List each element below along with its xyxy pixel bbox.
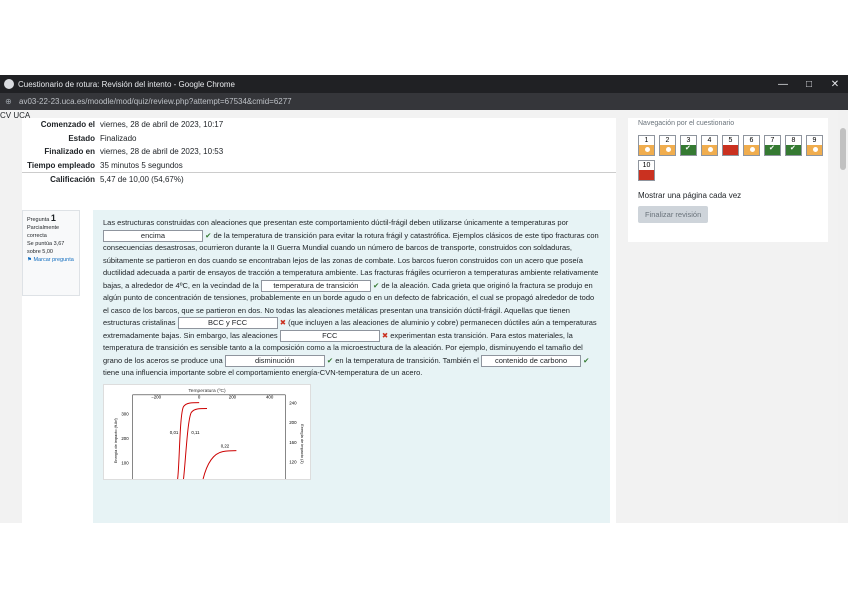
graph-right-tick: 200 (289, 420, 297, 425)
blank-answer-3[interactable]: BCC y FCC (177, 317, 278, 330)
question-score: Se puntúa 3,67 sobre 5,00 (27, 241, 65, 255)
graph-top-tick: 200 (229, 394, 237, 399)
question-label: Pregunta (27, 217, 50, 223)
partial-state-icon (660, 145, 675, 155)
nav-question-8[interactable]: 8 (785, 135, 802, 156)
nav-question-1[interactable]: 1 (638, 135, 655, 156)
partial-state-icon (807, 145, 822, 155)
graph-top-tick: 400 (266, 394, 274, 399)
summary-row-state: Estado Finalizado (68, 133, 137, 143)
graph-top-tick: −200 (151, 394, 161, 399)
address-bar[interactable]: ⊕ av03-22-23.uca.es/moodle/mod/quiz/revi… (0, 93, 848, 110)
graph-y-tick: 300 (121, 411, 129, 416)
correct-check-icon: ✔ (205, 230, 212, 240)
page-scrollbar[interactable] (838, 110, 848, 523)
summary-row-time: Tiempo empleado 35 minutos 5 segundos (27, 160, 183, 170)
partial-state-icon (702, 145, 717, 155)
maximize-button[interactable]: □ (796, 79, 822, 90)
question-text-part-7: tiene una influencia importante sobre el… (103, 368, 423, 377)
correct-check-icon: ✔ (326, 355, 334, 365)
incorrect-state-icon (723, 145, 738, 155)
nav-question-9[interactable]: 9 (806, 135, 823, 156)
correct-state-icon (681, 144, 696, 155)
summary-row-grade: Calificación 5,47 de 10,00 (54,67%) (22, 172, 616, 187)
incorrect-state-icon (639, 170, 654, 180)
summary-row-started: Comenzado el viernes, 28 de abril de 2023… (40, 120, 224, 129)
scrollbar-thumb[interactable] (840, 128, 846, 170)
blank-answer-5[interactable]: disminución (224, 354, 325, 367)
quiz-navigation-header: Navegación por el cuestionario (638, 120, 735, 127)
graph-right-tick: 120 (289, 459, 297, 464)
window-titlebar: Cuestionario de rotura: Revisión del int… (0, 75, 848, 93)
close-button[interactable]: ✕ (822, 79, 848, 90)
graph-curve-0-22 (202, 449, 237, 479)
impact-energy-graph: Temperatura (ºC) −200 0 200 400 300 200 … (103, 383, 311, 480)
correct-state-icon (786, 144, 801, 155)
graph-top-axis-label: Temperatura (ºC) (188, 387, 226, 393)
incorrect-cross-icon: ✖ (279, 318, 287, 327)
graph-series-label: 0,01 (170, 429, 179, 434)
graph-top-tick: 0 (198, 394, 201, 399)
flag-question-link[interactable]: ⚑ Marcar pregunta (27, 256, 75, 264)
question-text-part-1: Las estructuras construidas con aleacion… (103, 218, 569, 227)
graph-series-label: 0,22 (221, 443, 230, 448)
nav-question-6[interactable]: 6 (743, 135, 760, 156)
question-block: Pregunta 1 Parcialmente correcta Se punt… (22, 210, 616, 523)
incorrect-cross-icon: ✖ (381, 330, 389, 340)
graph-y-tick: 100 (121, 460, 129, 465)
question-number: 1 (50, 213, 56, 223)
graph-right-tick: 240 (289, 400, 297, 405)
attempt-summary: Comenzado el viernes, 28 de abril de 2023… (22, 118, 616, 216)
window-title: Cuestionario de rotura: Revisión del int… (18, 79, 236, 89)
finish-review-button[interactable]: Finalizar revisión (638, 206, 709, 223)
summary-row-finished: Finalizado en viernes, 28 de abril de 202… (44, 147, 224, 156)
question-info: Pregunta 1 Parcialmente correcta Se punt… (22, 210, 80, 296)
blank-answer-1[interactable]: encima (103, 229, 203, 242)
partial-state-icon (639, 145, 654, 155)
nav-question-4[interactable]: 4 (701, 135, 718, 156)
quiz-navigation-panel: Navegación por el cuestionario 1 2 3 4 5… (628, 118, 828, 242)
blank-answer-4[interactable]: FCC (279, 329, 380, 342)
url-text[interactable]: av03-22-23.uca.es/moodle/mod/quiz/review… (19, 97, 292, 106)
question-text-part-6: en la temperatura de transición. También… (335, 355, 479, 365)
partial-state-icon (744, 145, 759, 155)
flag-icon[interactable]: ⚑ (27, 257, 32, 263)
site-info-icon[interactable]: ⊕ (5, 97, 14, 106)
correct-check-icon: ✔ (372, 280, 380, 290)
nav-question-3[interactable]: 3 (680, 135, 697, 156)
nav-question-7[interactable]: 7 (764, 135, 781, 156)
question-text: Las estructuras construidas con aleacion… (93, 210, 610, 523)
nav-question-10[interactable]: 10 (638, 160, 655, 181)
show-one-page-link[interactable]: Mostrar una página cada vez (638, 191, 818, 200)
nav-question-2[interactable]: 2 (659, 135, 676, 156)
graph-right-tick: 160 (289, 439, 297, 444)
blank-answer-6[interactable]: contenido de carbono (481, 354, 582, 367)
graph-curve-0-01 (177, 401, 200, 479)
graph-y-tick: 200 (121, 435, 129, 440)
minimize-button[interactable]: — (770, 79, 796, 90)
nav-question-5[interactable]: 5 (722, 135, 739, 156)
graph-left-axis-label: Energía de impacto (ft-lbf) (113, 417, 118, 463)
correct-state-icon (765, 144, 780, 155)
blank-answer-2[interactable]: temperatura de transición (260, 279, 371, 292)
graph-series-label: 0,11 (191, 429, 200, 434)
chrome-icon (4, 79, 14, 89)
graph-right-axis-label: Energía de impacto (J) (300, 424, 305, 464)
question-nav-grid: 1 2 3 4 5 6 7 8 9 10 (638, 135, 823, 181)
graph-curve-0-11 (183, 407, 208, 479)
correct-check-icon: ✔ (583, 355, 590, 365)
page-viewport: CV UCA Comenzado el viernes, 28 de abril … (0, 110, 848, 523)
question-state: Parcialmente correcta (27, 225, 60, 239)
